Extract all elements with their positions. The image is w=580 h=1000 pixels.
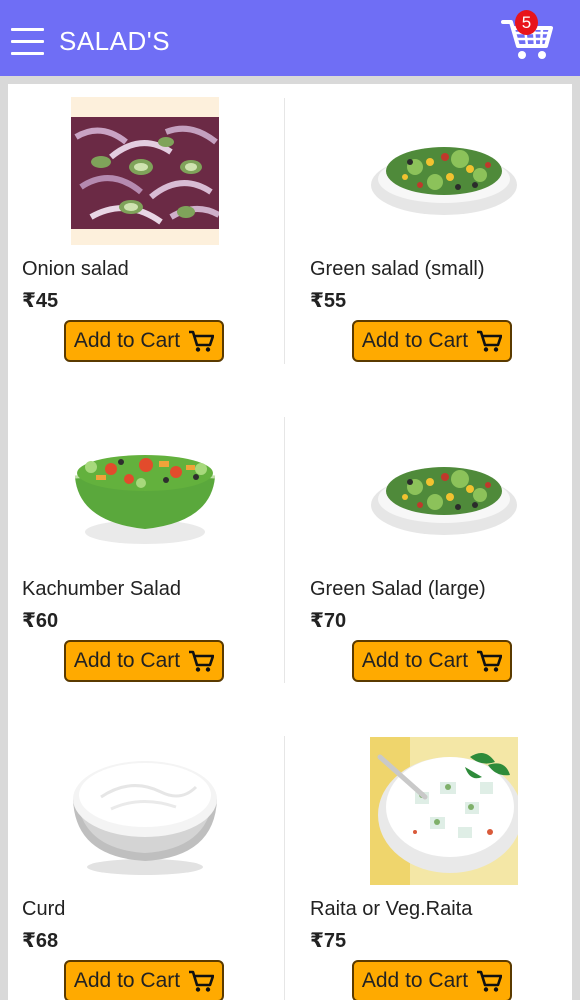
app-header: SALAD'S 5 (0, 0, 580, 76)
product-name: Green salad (small) (310, 258, 485, 280)
product-card: Kachumber Salad ₹60 Add to Cart (8, 404, 284, 704)
column-divider (284, 98, 285, 364)
add-to-cart-button[interactable]: Add to Cart (352, 320, 512, 362)
product-name: Onion salad (22, 258, 129, 280)
onion-salad-image[interactable] (71, 97, 219, 245)
cart-icon (189, 970, 215, 992)
green-salad-large-image[interactable] (370, 417, 518, 565)
green-salad-small-image[interactable] (370, 97, 518, 245)
raita-image[interactable] (370, 737, 518, 885)
cart-icon (477, 330, 503, 352)
cart-icon (477, 650, 503, 672)
product-name: Raita or Veg.Raita (310, 898, 473, 920)
product-price: ₹68 (22, 930, 59, 952)
product-grid: Onion salad ₹45 Add to Cart Green salad … (8, 84, 572, 1000)
product-name: Curd (22, 898, 66, 920)
add-to-cart-button[interactable]: Add to Cart (64, 320, 224, 362)
product-price: ₹55 (310, 290, 347, 312)
product-card: Onion salad ₹45 Add to Cart (8, 84, 284, 384)
product-price: ₹75 (310, 930, 347, 952)
product-card: Raita or Veg.Raita ₹75 Add to Cart (296, 724, 572, 1000)
curd-image[interactable] (71, 737, 219, 885)
add-to-cart-label: Add to Cart (73, 649, 181, 672)
kachumber-salad-image[interactable] (71, 417, 219, 565)
page-title: SALAD'S (59, 26, 171, 56)
cart-count-badge: 5 (515, 10, 538, 35)
product-price: ₹60 (22, 610, 59, 632)
product-name: Kachumber Salad (22, 578, 181, 600)
add-to-cart-button[interactable]: Add to Cart (352, 960, 512, 1000)
cart-icon (189, 650, 215, 672)
product-card: Curd ₹68 Add to Cart (8, 724, 284, 1000)
add-to-cart-label: Add to Cart (73, 969, 181, 992)
add-to-cart-label: Add to Cart (73, 329, 181, 352)
add-to-cart-label: Add to Cart (361, 969, 469, 992)
product-price: ₹70 (310, 610, 347, 632)
product-card: Green Salad (large) ₹70 Add to Cart (296, 404, 572, 704)
product-card: Green salad (small) ₹55 Add to Cart (296, 84, 572, 384)
add-to-cart-button[interactable]: Add to Cart (64, 960, 224, 1000)
product-price: ₹45 (22, 290, 59, 312)
cart-icon (477, 970, 503, 992)
column-divider (284, 736, 285, 1000)
column-divider (284, 417, 285, 683)
add-to-cart-button[interactable]: Add to Cart (64, 640, 224, 682)
cart-icon (189, 330, 215, 352)
add-to-cart-button[interactable]: Add to Cart (352, 640, 512, 682)
add-to-cart-label: Add to Cart (361, 649, 469, 672)
add-to-cart-label: Add to Cart (361, 329, 469, 352)
menu-icon[interactable] (11, 26, 44, 58)
product-name: Green Salad (large) (310, 578, 486, 600)
